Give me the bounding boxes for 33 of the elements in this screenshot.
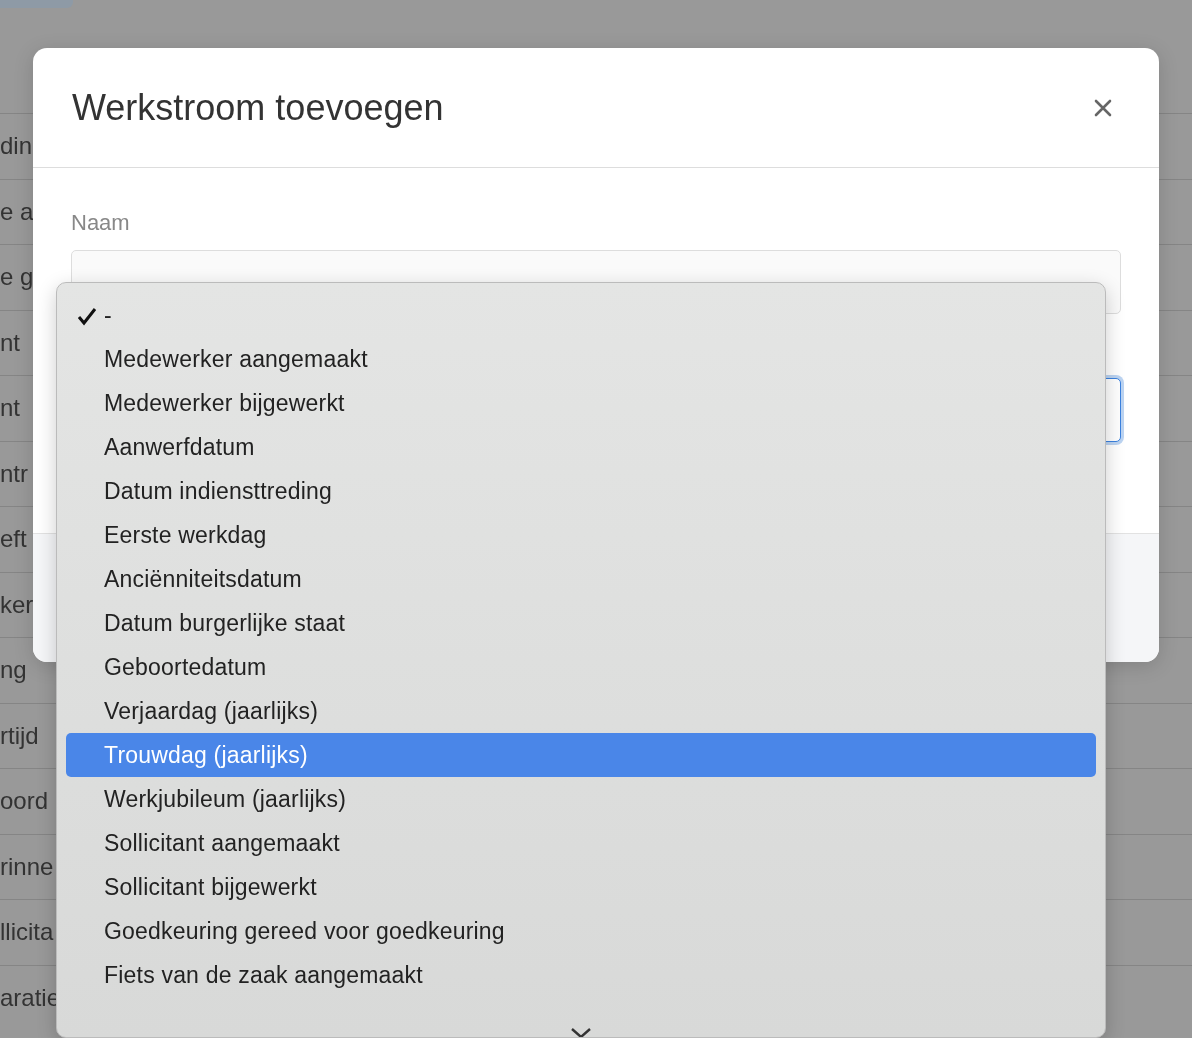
row-text: e a xyxy=(0,197,34,226)
row-text: llicita xyxy=(0,918,54,947)
dialog-title: Werkstroom toevoegen xyxy=(72,86,444,129)
menu-item[interactable]: Trouwdag (jaarlijks) xyxy=(66,733,1096,777)
row-text: ker xyxy=(0,590,34,619)
row-text: oord xyxy=(0,787,49,816)
menu-item[interactable]: Fiets van de zaak aangemaakt xyxy=(66,953,1096,997)
menu-item[interactable]: Sollicitant aangemaakt xyxy=(66,821,1096,865)
close-icon[interactable] xyxy=(1093,97,1113,118)
menu-item[interactable]: Datum burgerlijke staat xyxy=(66,601,1096,645)
menu-item[interactable]: Aanwerfdatum xyxy=(66,425,1096,469)
menu-item[interactable]: Goedkeuring gereed voor goedkeuring xyxy=(66,909,1096,953)
row-text: rtijd xyxy=(0,721,39,750)
menu-item[interactable]: - xyxy=(66,293,1096,337)
row-text: e g xyxy=(0,263,34,292)
field-label: Naam xyxy=(71,210,131,236)
menu-item[interactable]: Werkjubileum (jaarlijks) xyxy=(66,777,1096,821)
row-text: ng xyxy=(0,656,27,685)
row-text: rinne xyxy=(0,852,54,881)
row-text: din xyxy=(0,132,33,161)
menu-item[interactable]: Medewerker bijgewerkt xyxy=(66,381,1096,425)
row-text: nt xyxy=(0,394,20,423)
menu-item[interactable]: Sollicitant bijgewerkt xyxy=(66,865,1096,909)
menu-item[interactable]: Geboortedatum xyxy=(66,645,1096,689)
chevron-down-icon[interactable] xyxy=(570,1027,592,1037)
menu-item[interactable]: Eerste werkdag xyxy=(66,513,1096,557)
menu-item[interactable]: Anciënniteitsdatum xyxy=(66,557,1096,601)
row-text: ntr xyxy=(0,459,28,488)
menu-item[interactable]: Verjaardag (jaarlijks) xyxy=(66,689,1096,733)
row-text: nt xyxy=(0,328,20,357)
menu-item[interactable]: Datum indiensttreding xyxy=(66,469,1096,513)
row-text: eft xyxy=(0,525,27,554)
menu-item[interactable]: Medewerker aangemaakt xyxy=(66,337,1096,381)
